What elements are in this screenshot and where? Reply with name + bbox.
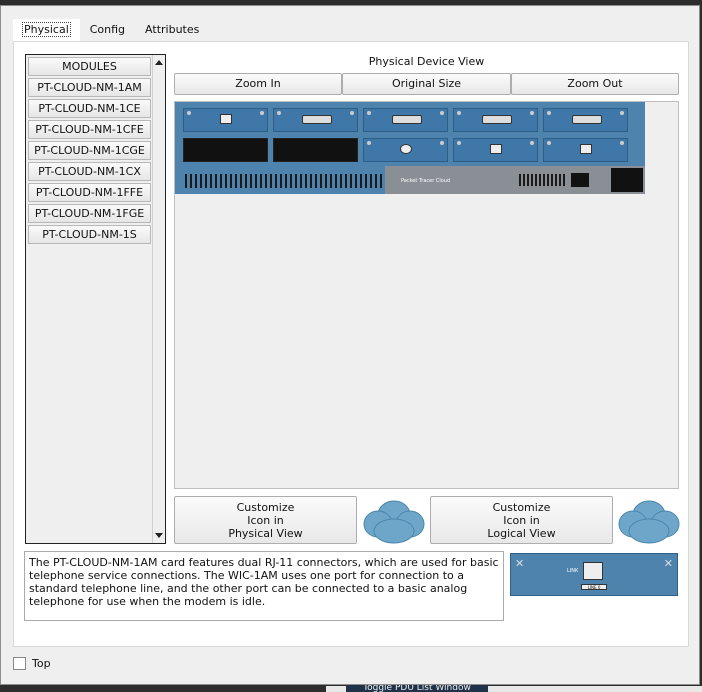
module-thumbnail: ✕ ✕ LINK LINE 0	[510, 553, 678, 596]
rj11-port-icon	[583, 562, 603, 580]
zoom-in-button[interactable]: Zoom In	[174, 73, 342, 95]
tab-attributes-label: Attributes	[145, 23, 200, 36]
device-dialog-window: Physical Config Attributes MODULES PT-CL…	[0, 5, 700, 685]
module-slot[interactable]	[453, 108, 538, 132]
tab-physical-label: Physical	[22, 22, 71, 37]
port-label: LINE 0	[581, 584, 607, 590]
module-slot[interactable]	[363, 108, 448, 132]
screw-icon: ✕	[515, 557, 525, 570]
power-switch-icon[interactable]	[571, 173, 589, 187]
top-checkbox-label: Top	[32, 657, 51, 670]
empty-module-slot[interactable]	[273, 138, 358, 162]
module-item[interactable]: PT-CLOUD-NM-1CGE	[28, 141, 151, 160]
button-label: Customize	[492, 501, 551, 514]
customize-physical-icon-button[interactable]: Customize Icon in Physical View	[174, 496, 357, 544]
module-slot[interactable]	[273, 108, 358, 132]
button-label: Icon in	[247, 514, 284, 527]
cloud-icon	[618, 500, 680, 544]
button-label: Customize	[236, 501, 295, 514]
link-label: LINK	[567, 568, 579, 574]
module-slot[interactable]	[543, 138, 628, 162]
checkbox-box[interactable]	[13, 657, 26, 670]
screw-icon: ✕	[663, 557, 673, 570]
physical-view-title: Physical Device View	[368, 55, 485, 68]
power-socket-icon	[611, 168, 643, 192]
cloud-icon	[363, 500, 425, 544]
customize-logical-icon-button[interactable]: Customize Icon in Logical View	[430, 496, 613, 544]
tab-config-label: Config	[89, 23, 126, 36]
device-label: Packet Tracer Cloud	[401, 178, 451, 184]
physical-device-canvas[interactable]: Packet Tracer Cloud	[174, 101, 679, 489]
module-item[interactable]: PT-CLOUD-NM-1FFE	[28, 183, 151, 202]
module-slot[interactable]	[543, 108, 628, 132]
module-item[interactable]: PT-CLOUD-NM-1CE	[28, 99, 151, 118]
module-item[interactable]: PT-CLOUD-NM-1FGE	[28, 204, 151, 223]
modules-list[interactable]: MODULES PT-CLOUD-NM-1AM PT-CLOUD-NM-1CE …	[25, 54, 166, 544]
module-item[interactable]: PT-CLOUD-NM-1CX	[28, 162, 151, 181]
faceplate-vents	[519, 174, 565, 186]
module-slot[interactable]	[363, 138, 448, 162]
scroll-up-icon[interactable]	[155, 60, 163, 65]
empty-module-slot[interactable]	[183, 138, 268, 162]
physical-panel: MODULES PT-CLOUD-NM-1AM PT-CLOUD-NM-1CE …	[13, 41, 689, 647]
module-item[interactable]: PT-CLOUD-NM-1AM	[28, 78, 151, 97]
module-item[interactable]: PT-CLOUD-NM-1CFE	[28, 120, 151, 139]
scroll-down-icon[interactable]	[155, 533, 163, 538]
cloud-device-chassis: Packet Tracer Cloud	[175, 102, 645, 194]
module-slot[interactable]	[453, 138, 538, 162]
vent-grille	[185, 174, 383, 188]
device-faceplate: Packet Tracer Cloud	[385, 166, 645, 194]
original-size-button[interactable]: Original Size	[342, 73, 511, 95]
modules-list-items: MODULES PT-CLOUD-NM-1AM PT-CLOUD-NM-1CE …	[26, 55, 153, 543]
zoom-out-button[interactable]: Zoom Out	[511, 73, 679, 95]
module-slot[interactable]	[183, 108, 268, 132]
button-label: Physical View	[228, 527, 303, 540]
module-item[interactable]: PT-CLOUD-NM-1S	[28, 225, 151, 244]
module-description: The PT-CLOUD-NM-1AM card features dual R…	[24, 551, 504, 621]
modules-header: MODULES	[28, 57, 151, 76]
button-label: Logical View	[487, 527, 556, 540]
modules-scrollbar[interactable]	[152, 55, 165, 543]
top-checkbox[interactable]: Top	[13, 657, 51, 670]
toggle-pdu-list-button[interactable]: Toggle PDU List Window	[346, 685, 488, 692]
button-label: Icon in	[503, 514, 540, 527]
